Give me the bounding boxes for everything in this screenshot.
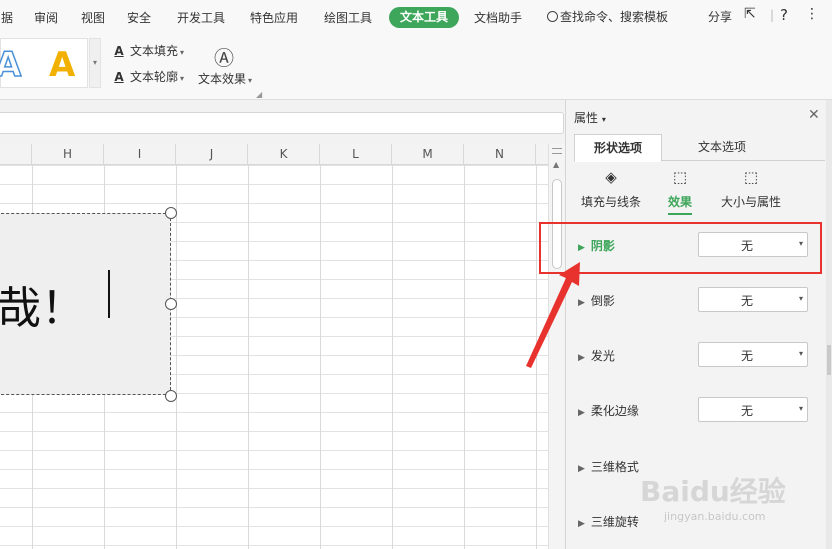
option-glow[interactable]: ▶ 发光 <box>578 347 615 364</box>
active-underline <box>668 213 692 215</box>
column-header[interactable]: I <box>104 144 176 165</box>
soft-edges-select[interactable]: 无 ▾ <box>698 397 808 422</box>
column-header[interactable]: N <box>464 144 536 165</box>
panel-title[interactable]: 属性 ▾ <box>574 109 606 126</box>
reflection-select[interactable]: 无 ▾ <box>698 287 808 312</box>
category-size-properties[interactable]: ⬚ 大小与属性 <box>716 167 786 210</box>
watermark-logo: Baidu经验 <box>640 475 786 508</box>
menu-review[interactable]: 审阅 <box>34 9 58 26</box>
menu-view[interactable]: 视图 <box>81 9 105 26</box>
help-icon[interactable]: ? <box>780 6 788 24</box>
text-outline-icon: A <box>114 70 124 84</box>
menu-drawing-tools[interactable]: 绘图工具 <box>324 9 372 26</box>
text-box-shape[interactable]: 哉！ <box>0 213 171 395</box>
formula-bar <box>0 100 565 144</box>
spreadsheet-area: G H I J K L M N ▲ 哉！ <box>0 100 565 549</box>
column-header-row: G H I J K L M N <box>0 144 548 165</box>
gallery-more-button[interactable]: ▾ <box>89 38 101 88</box>
watermark-url: jingyan.baidu.com <box>664 510 766 523</box>
paint-bucket-icon: ◈ <box>605 168 617 186</box>
expand-triangle-icon: ▶ <box>578 353 585 363</box>
search-icon <box>547 11 558 22</box>
split-handle-icon[interactable] <box>552 148 562 154</box>
chevron-down-icon: ▾ <box>798 294 803 303</box>
chevron-down-icon: ▾ <box>601 115 606 124</box>
resize-handle[interactable] <box>165 390 177 402</box>
option-3d-format[interactable]: ▶ 三维格式 <box>578 458 639 475</box>
menu-bar: 据 审阅 视图 安全 开发工具 特色应用 绘图工具 文本工具 文档助手 查找命令… <box>0 0 832 36</box>
chevron-down-icon: ▾ <box>180 74 185 83</box>
search-placeholder: 查找命令、搜索模板 <box>560 10 669 24</box>
category-fill-line[interactable]: ◈ 填充与线条 <box>576 167 646 210</box>
column-header[interactable]: J <box>176 144 248 165</box>
column-header[interactable]: G <box>0 144 32 165</box>
text-box-content[interactable]: 哉！ <box>0 272 85 336</box>
column-header[interactable]: M <box>392 144 464 165</box>
expand-triangle-icon: ▶ <box>578 464 585 474</box>
panel-edge-scroll[interactable] <box>826 100 832 549</box>
column-header[interactable]: H <box>32 144 104 165</box>
collapse-ribbon-icon[interactable]: ⇱ <box>744 6 756 22</box>
size-properties-icon: ⬚ <box>743 168 759 186</box>
category-effects[interactable]: ⬚ 效果 <box>660 167 700 215</box>
tab-text-options[interactable]: 文本选项 <box>678 134 766 161</box>
expand-triangle-icon: ▶ <box>578 298 585 308</box>
command-search[interactable]: 查找命令、搜索模板 <box>547 8 668 25</box>
expand-triangle-icon: ▶ <box>578 519 585 529</box>
app-window: 据 审阅 视图 安全 开发工具 特色应用 绘图工具 文本工具 文档助手 查找命令… <box>0 0 832 549</box>
formula-input[interactable] <box>0 112 564 134</box>
chevron-down-icon: ▾ <box>180 48 185 57</box>
style-fill-a-icon[interactable]: A <box>49 45 75 85</box>
column-header[interactable]: K <box>248 144 320 165</box>
menu-special-apps[interactable]: 特色应用 <box>250 9 298 26</box>
option-3d-rotation[interactable]: ▶ 三维旋转 <box>578 513 639 530</box>
text-outline-button[interactable]: A 文本轮廓 ▾ <box>112 68 184 85</box>
text-style-gallery[interactable]: A A <box>0 38 88 88</box>
style-outline-a-icon[interactable]: A <box>0 44 22 86</box>
text-fill-icon: A <box>114 44 124 58</box>
chevron-down-icon: ▾ <box>798 404 803 413</box>
option-soft-edges[interactable]: ▶ 柔化边缘 <box>578 402 639 419</box>
menu-text-tools-tab[interactable]: 文本工具 <box>389 7 459 28</box>
resize-handle[interactable] <box>165 298 177 310</box>
chevron-down-icon: ▾ <box>248 76 253 85</box>
menu-doc-assistant[interactable]: 文档助手 <box>474 9 522 26</box>
close-icon[interactable]: ✕ <box>808 107 820 123</box>
menu-security[interactable]: 安全 <box>127 9 151 26</box>
text-cursor <box>108 270 110 318</box>
menu-data[interactable]: 据 <box>1 9 13 26</box>
resize-handle[interactable] <box>165 207 177 219</box>
scroll-up-icon[interactable]: ▲ <box>553 160 559 169</box>
tab-shape-options[interactable]: 形状选项 <box>574 134 662 162</box>
effects-icon: ⬚ <box>672 168 688 186</box>
column-header[interactable]: L <box>320 144 392 165</box>
text-effects-icon[interactable]: Ⓐ <box>214 42 234 71</box>
more-icon[interactable]: ⋮ <box>805 6 819 22</box>
ribbon-launcher-icon[interactable]: ◢ <box>256 90 262 99</box>
chevron-down-icon: ▾ <box>798 349 803 358</box>
menu-developer[interactable]: 开发工具 <box>177 9 225 26</box>
glow-select[interactable]: 无 ▾ <box>698 342 808 367</box>
panel-tabs: 形状选项 文本选项 <box>574 134 825 162</box>
share-button[interactable]: 分享 <box>708 8 732 25</box>
edge-grip <box>827 345 831 375</box>
option-reflection[interactable]: ▶ 倒影 <box>578 292 615 309</box>
expand-triangle-icon: ▶ <box>578 408 585 418</box>
highlight-box <box>539 222 822 274</box>
ribbon-toolbar: A A ▾ A 文本填充 ▾ A 文本轮廓 ▾ Ⓐ 文本效果 ▾ ◢ <box>0 36 832 100</box>
vertical-scrollbar[interactable]: ▲ <box>548 144 565 549</box>
text-fill-button[interactable]: A 文本填充 ▾ <box>112 42 184 59</box>
toolbar-divider: | <box>770 8 775 22</box>
text-effects-button[interactable]: 文本效果 ▾ <box>198 70 252 87</box>
